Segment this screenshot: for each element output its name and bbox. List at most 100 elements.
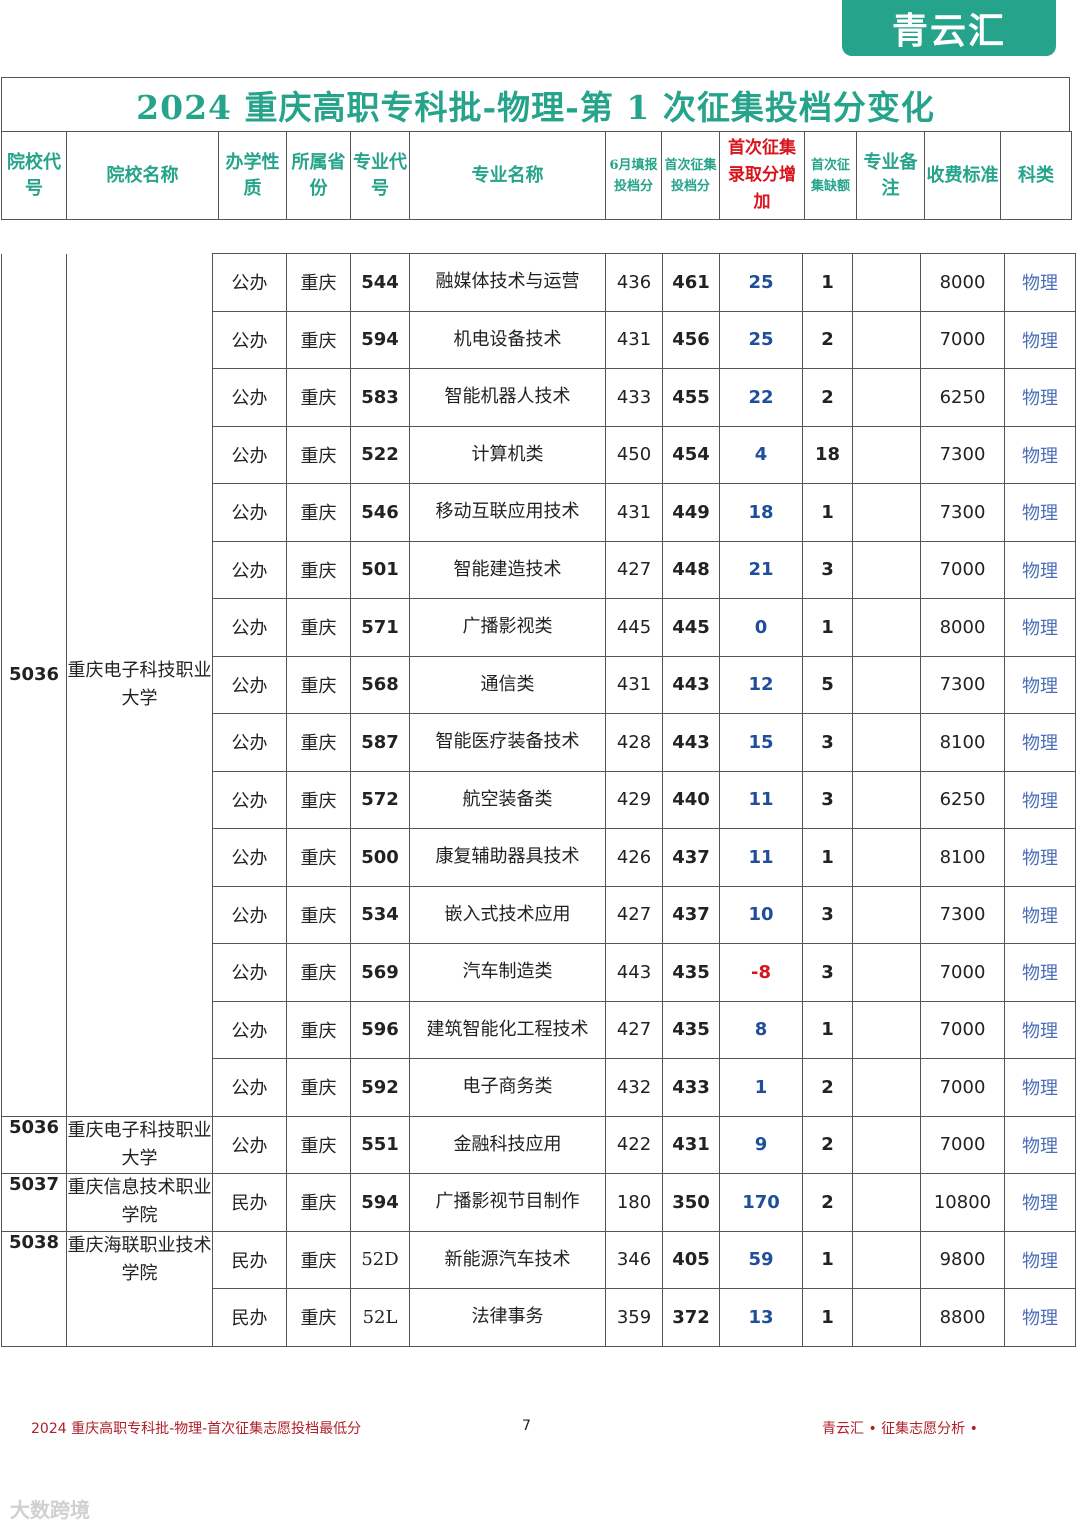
subject-cell[interactable]: 物理 <box>1004 943 1076 1002</box>
province-cell: 重庆 <box>286 828 351 887</box>
subject-cell[interactable]: 物理 <box>1004 713 1076 772</box>
first-score-cell: 455 <box>662 368 720 427</box>
major-code-cell: 52L <box>350 1288 410 1347</box>
school-code: 5037 <box>1 1173 67 1232</box>
subject-cell[interactable]: 物理 <box>1004 770 1076 829</box>
major-code-cell: 594 <box>350 310 410 369</box>
footer-left: 2024 重庆高职专科批-物理-首次征集志愿投档最低分 <box>31 1421 362 1437</box>
fee-cell: 7000 <box>920 1115 1005 1174</box>
subject-cell[interactable]: 物理 <box>1004 598 1076 657</box>
increase-cell: 22 <box>719 368 803 427</box>
nature-cell: 公办 <box>212 1000 287 1059</box>
fee-cell: 7000 <box>920 1058 1005 1117</box>
increase-cell: 59 <box>719 1230 803 1289</box>
header-remark: 专业备注 <box>856 131 925 220</box>
province-cell: 重庆 <box>286 368 351 427</box>
remark-cell <box>852 943 921 1002</box>
fee-cell: 7000 <box>920 540 1005 599</box>
major-name-cell: 航空装备类 <box>409 770 606 829</box>
major-code-cell: 583 <box>350 368 410 427</box>
subject-cell[interactable]: 物理 <box>1004 540 1076 599</box>
subject-cell[interactable]: 物理 <box>1004 1230 1076 1289</box>
nature-cell: 公办 <box>212 713 287 772</box>
major-name-cell: 计算机类 <box>409 425 606 484</box>
fee-cell: 8000 <box>920 253 1005 312</box>
vacancy-cell: 3 <box>802 943 853 1002</box>
subject-cell[interactable]: 物理 <box>1004 1173 1076 1232</box>
subject-cell[interactable]: 物理 <box>1004 1058 1076 1117</box>
vacancy-cell: 1 <box>802 1000 853 1059</box>
subject-cell[interactable]: 物理 <box>1004 828 1076 887</box>
nature-cell: 公办 <box>212 483 287 542</box>
major-name-cell: 汽车制造类 <box>409 943 606 1002</box>
subject-cell[interactable]: 物理 <box>1004 425 1076 484</box>
remark-cell <box>852 713 921 772</box>
remark-cell <box>852 1288 921 1347</box>
province-cell: 重庆 <box>286 885 351 944</box>
first-score-cell: 456 <box>662 310 720 369</box>
province-cell: 重庆 <box>286 310 351 369</box>
province-cell: 重庆 <box>286 253 351 312</box>
major-name-cell: 智能医疗装备技术 <box>409 713 606 772</box>
remark-cell <box>852 1000 921 1059</box>
subject-cell[interactable]: 物理 <box>1004 483 1076 542</box>
vacancy-cell: 1 <box>802 1288 853 1347</box>
major-name-cell: 法律事务 <box>409 1288 606 1347</box>
june-score-cell: 431 <box>605 310 663 369</box>
june-score-cell: 359 <box>605 1288 663 1347</box>
remark-cell <box>852 1115 921 1174</box>
school-name: 重庆电子科技职业大学 <box>66 253 213 1117</box>
header-major-name: 专业名称 <box>409 131 606 220</box>
nature-cell: 公办 <box>212 655 287 714</box>
nature-cell: 公办 <box>212 1115 287 1174</box>
page-title: 2024 重庆高职专科批-物理-第 1 次征集投档分变化 <box>1 77 1070 132</box>
major-name-cell: 机电设备技术 <box>409 310 606 369</box>
province-cell: 重庆 <box>286 540 351 599</box>
school-name: 重庆海联职业技术学院 <box>66 1230 213 1347</box>
subject-cell[interactable]: 物理 <box>1004 655 1076 714</box>
june-score-cell: 427 <box>605 885 663 944</box>
subject-cell[interactable]: 物理 <box>1004 1288 1076 1347</box>
june-score-cell: 426 <box>605 828 663 887</box>
remark-cell <box>852 1058 921 1117</box>
watermark: 大数跨境 <box>10 1498 90 1522</box>
remark-cell <box>852 770 921 829</box>
remark-cell <box>852 253 921 312</box>
first-score-cell: 433 <box>662 1058 720 1117</box>
subject-cell[interactable]: 物理 <box>1004 253 1076 312</box>
increase-cell: 25 <box>719 310 803 369</box>
june-score-cell: 431 <box>605 483 663 542</box>
major-name-cell: 融媒体技术与运营 <box>409 253 606 312</box>
nature-cell: 公办 <box>212 540 287 599</box>
major-name-cell: 新能源汽车技术 <box>409 1230 606 1289</box>
nature-cell: 公办 <box>212 598 287 657</box>
vacancy-cell: 1 <box>802 1230 853 1289</box>
subject-cell[interactable]: 物理 <box>1004 885 1076 944</box>
increase-cell: 12 <box>719 655 803 714</box>
remark-cell <box>852 310 921 369</box>
header-school-name: 院校名称 <box>66 131 219 220</box>
fee-cell: 6250 <box>920 770 1005 829</box>
vacancy-cell: 2 <box>802 1173 853 1232</box>
vacancy-cell: 18 <box>802 425 853 484</box>
subject-cell[interactable]: 物理 <box>1004 368 1076 427</box>
increase-cell: 0 <box>719 598 803 657</box>
header-june-score: 6月填报投档分 <box>605 131 662 220</box>
june-score-cell: 427 <box>605 540 663 599</box>
subject-cell[interactable]: 物理 <box>1004 310 1076 369</box>
subject-cell[interactable]: 物理 <box>1004 1115 1076 1174</box>
fee-cell: 7300 <box>920 885 1005 944</box>
june-score-cell: 428 <box>605 713 663 772</box>
province-cell: 重庆 <box>286 1173 351 1232</box>
remark-cell <box>852 540 921 599</box>
footer-right: 青云汇 • 征集志愿分析 • <box>822 1421 978 1437</box>
header-school-code: 院校代号 <box>1 131 67 220</box>
june-score-cell: 433 <box>605 368 663 427</box>
school-code: 5038 <box>1 1230 67 1347</box>
province-cell: 重庆 <box>286 1000 351 1059</box>
first-score-cell: 461 <box>662 253 720 312</box>
data-table: 5036 重庆电子科技职业大学 公办 重庆 544 融媒体技术与运营 436 461 25 1 80… <box>1 253 1076 1347</box>
vacancy-cell: 3 <box>802 713 853 772</box>
subject-cell[interactable]: 物理 <box>1004 1000 1076 1059</box>
header-province: 所属省份 <box>286 131 351 220</box>
